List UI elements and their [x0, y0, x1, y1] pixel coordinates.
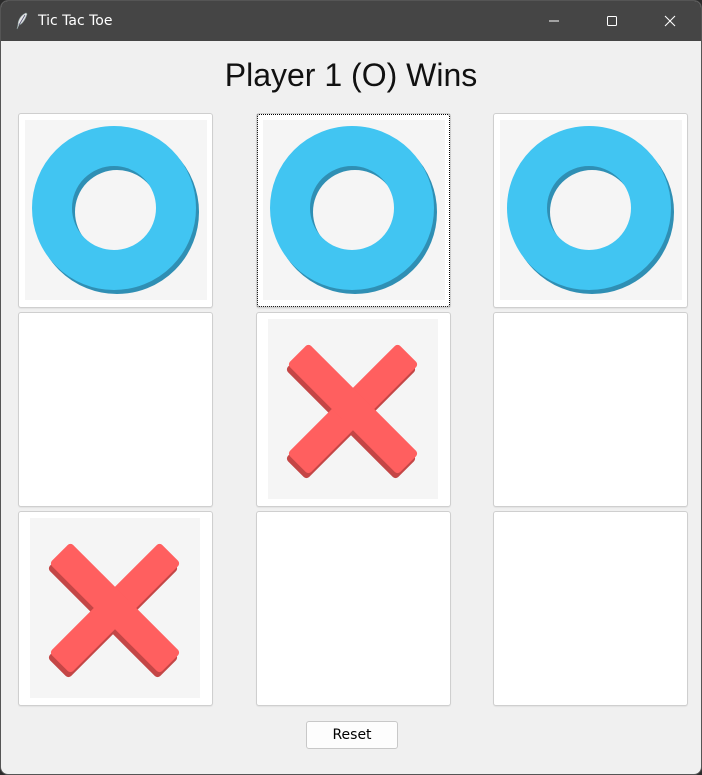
board-cell-3-2[interactable] — [256, 511, 451, 706]
o-mark-icon — [270, 126, 437, 294]
close-icon — [664, 15, 676, 27]
board-cell-2-3[interactable] — [493, 312, 688, 507]
maximize-button[interactable] — [583, 1, 641, 41]
o-mark-icon — [507, 126, 674, 294]
minimize-icon — [549, 20, 559, 22]
x-mark-icon — [286, 344, 418, 479]
board-cell-3-3[interactable] — [493, 511, 688, 706]
reset-button[interactable]: Reset — [306, 721, 398, 749]
board-cell-1-3[interactable] — [493, 113, 688, 308]
game-status: Player 1 (O) Wins — [224, 57, 478, 93]
mark-tile — [263, 120, 445, 300]
app-window: Tic Tac Toe Player 1 (O) Wins Reset — [0, 0, 702, 775]
mark-tile — [500, 120, 682, 300]
mark-tile — [268, 319, 438, 499]
board-cell-1-1[interactable] — [18, 113, 213, 308]
board-cell-3-1[interactable] — [18, 511, 213, 706]
board-cell-2-2[interactable] — [256, 312, 451, 507]
maximize-icon — [607, 16, 617, 26]
board-cell-1-2[interactable] — [256, 113, 451, 308]
title-bar[interactable]: Tic Tac Toe — [1, 1, 701, 41]
minimize-button[interactable] — [525, 1, 583, 41]
o-mark-icon — [32, 126, 199, 294]
feather-icon — [16, 12, 28, 30]
close-button[interactable] — [641, 1, 699, 41]
board-cell-2-1[interactable] — [18, 312, 213, 507]
mark-tile — [30, 518, 200, 698]
window-title: Tic Tac Toe — [38, 13, 113, 29]
x-mark-icon — [48, 543, 180, 678]
mark-tile — [25, 120, 207, 300]
